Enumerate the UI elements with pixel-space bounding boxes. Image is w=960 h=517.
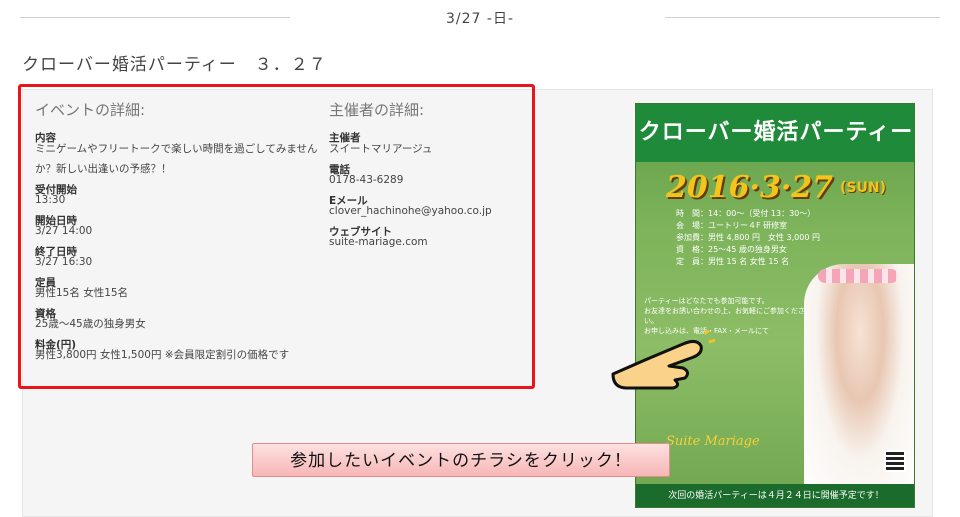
date-divider-right: [665, 17, 940, 18]
capacity-value: 男性15名 女性15名: [35, 287, 129, 299]
flyer-date: 2016·3·27: [666, 170, 834, 205]
content-line-2: か？新しい出逢いの予感？！: [35, 163, 172, 175]
end-value: 3/27 16:30: [35, 256, 93, 268]
fee-value: 男性3,800円 女性1,500円 ※会員限定割引の価格です: [35, 349, 290, 361]
flyer-info: 時 間：14：00～（受付 13：30～） 会 場：ユートリー４F 研修室 参加…: [676, 208, 856, 268]
flyer-body-line-2: お友達をお誘い合わせの上、お気軽にご参加ください。: [644, 307, 805, 325]
organizer-details-heading: 主催者の詳細:: [329, 101, 425, 119]
pointing-hand-icon: [611, 330, 715, 390]
flower-crown-graphic: [818, 269, 898, 283]
date-divider-left: [20, 17, 290, 18]
flyer-info-venue: 会 場：ユートリー４F 研修室: [676, 221, 788, 230]
flyer-day: (SUN): [840, 180, 886, 196]
website-link[interactable]: suite-mariage.com: [329, 232, 428, 252]
page: 3/27 -日- クローバー婚活パーティー ３．２７ イベントの詳細: 内容 ミ…: [0, 0, 960, 517]
reception-value: 13:30: [35, 194, 66, 206]
phone-value: 0178-43-6289: [329, 174, 404, 186]
flyer-info-time: 時 間：14：00～（受付 13：30～）: [676, 209, 816, 218]
click-flyer-callout: 参加したいイベントのチラシをクリック！: [252, 443, 670, 477]
content-line-1: ミニゲームやフリートークで楽しい時間を過ごしてみません: [35, 143, 318, 155]
event-flyer-image[interactable]: クローバー婚活パーティー 2016·3·27 (SUN) 時 間：14：00～（…: [635, 103, 915, 508]
date-label: 3/27 -日-: [446, 11, 514, 27]
flyer-footer: 次回の婚活パーティーは４月２４日に開催予定です！: [636, 484, 914, 507]
start-value: 3/27 14:00: [35, 225, 93, 237]
flyer-body-line-1: パーティーはどなたでも参加可能です。: [644, 297, 769, 305]
qr-code-icon: [884, 450, 906, 472]
event-details-heading: イベントの詳細:: [35, 101, 146, 119]
qualification-value: 25歳～45歳の独身男女: [35, 318, 146, 330]
organizer-value: スイートマリアージュ: [329, 143, 433, 155]
event-title[interactable]: クローバー婚活パーティー ３．２７: [22, 50, 327, 75]
details-highlight-box: イベントの詳細: 内容 ミニゲームやフリートークで楽しい時間を過ごしてみません …: [18, 84, 535, 389]
flyer-title: クローバー婚活パーティー: [636, 104, 914, 162]
flyer-logo: Suite Mariage: [666, 434, 760, 449]
flyer-info-fee: 参加費：男性 4,800 円 女性 3,000 円: [676, 233, 820, 242]
email-link[interactable]: clover_hachinohe@yahoo.co.jp: [329, 201, 492, 221]
flyer-info-qualification: 資 格：25～45 歳の独身男女: [676, 245, 787, 254]
